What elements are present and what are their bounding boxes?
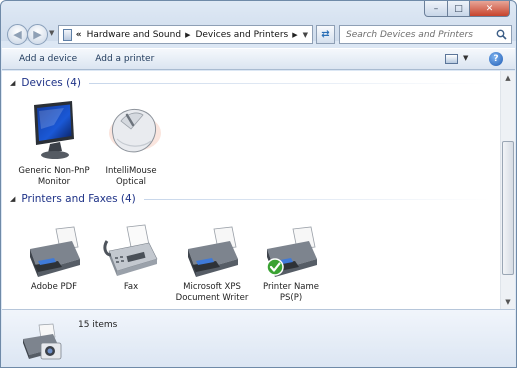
device-label: Generic Non-PnP Monitor <box>18 166 90 187</box>
fax-icon <box>103 224 158 276</box>
printer-item-adobe-pdf[interactable]: Adobe PDF <box>15 221 93 293</box>
group-title: Devices (4) <box>21 77 81 89</box>
help-button[interactable]: ? <box>489 52 503 66</box>
collapse-arrow-icon[interactable]: ◢ <box>10 195 15 203</box>
printer-item-xps-writer[interactable]: Microsoft XPS Document Writer <box>173 221 251 304</box>
printer-icon <box>188 226 238 277</box>
device-item-mouse[interactable]: IntelliMouse Optical <box>92 99 170 188</box>
group-header-devices[interactable]: ◢ Devices (4) <box>10 77 490 89</box>
devices-camera-printer-icon <box>23 323 62 360</box>
refresh-button[interactable]: ⇄ <box>316 25 335 44</box>
close-button[interactable]: ✕ <box>470 1 510 17</box>
forward-button[interactable]: ▶ <box>27 24 48 45</box>
scroll-down-icon[interactable]: ▼ <box>501 295 515 309</box>
control-panel-icon <box>63 28 72 41</box>
window-controls: – □ ✕ <box>424 1 510 17</box>
collapse-arrow-icon[interactable]: ◢ <box>10 79 15 87</box>
explorer-window: – □ ✕ ◀ ▶ ▼ « Hardware and Sound ▶ Devic… <box>0 0 517 368</box>
printer-item-fax[interactable]: Fax <box>92 221 170 293</box>
refresh-icon: ⇄ <box>321 29 330 40</box>
breadcrumb-hardware-and-sound[interactable]: Hardware and Sound <box>87 30 181 40</box>
recent-pages-dropdown-icon[interactable]: ▼ <box>49 29 54 37</box>
back-arrow-icon: ◀ <box>13 28 22 41</box>
address-bar[interactable]: « Hardware and Sound ▶ Devices and Print… <box>58 25 313 44</box>
group-divider <box>88 82 490 84</box>
group-header-printers[interactable]: ◢ Printers and Faxes (4) <box>10 193 490 205</box>
group-divider <box>143 198 490 200</box>
add-device-button[interactable]: Add a device <box>2 49 86 69</box>
minimize-button[interactable]: – <box>424 1 448 17</box>
search-icon[interactable] <box>496 29 507 40</box>
item-count: 15 items <box>78 320 118 330</box>
search-box[interactable] <box>339 25 512 44</box>
device-label: IntelliMouse Optical <box>105 166 157 187</box>
items-view: ◢ Devices (4) Generic Non-PnP Monitor In… <box>2 71 500 309</box>
printer-label: Printer Name PS(P) <box>262 282 320 303</box>
breadcrumb-separator-icon[interactable]: ▶ <box>185 31 190 39</box>
back-button[interactable]: ◀ <box>7 24 28 45</box>
default-printer-icon <box>266 226 317 277</box>
breadcrumb-separator-icon[interactable]: ▶ <box>292 31 297 39</box>
monitor-icon <box>34 101 74 159</box>
vertical-scrollbar[interactable]: ▲ ▼ <box>500 71 515 309</box>
printer-label: Microsoft XPS Document Writer <box>175 282 249 303</box>
change-view-icon[interactable] <box>445 54 458 64</box>
add-printer-button[interactable]: Add a printer <box>86 49 163 69</box>
navigation-bar: ◀ ▶ ▼ « Hardware and Sound ▶ Devices and… <box>7 22 512 46</box>
command-bar: Add a device Add a printer ▼ ? <box>2 48 515 70</box>
mouse-icon <box>109 109 161 153</box>
scrollbar-thumb[interactable] <box>502 141 514 275</box>
printer-label: Adobe PDF <box>30 282 78 292</box>
printer-label: Fax <box>123 282 139 292</box>
address-dropdown-icon[interactable]: ▼ <box>303 31 308 39</box>
scroll-up-icon[interactable]: ▲ <box>501 71 515 85</box>
breadcrumb-devices-and-printers[interactable]: Devices and Printers <box>195 30 288 40</box>
details-pane: 15 items <box>2 309 515 367</box>
maximize-button[interactable]: □ <box>448 1 470 17</box>
default-checkmark-icon <box>266 258 284 276</box>
device-item-monitor[interactable]: Generic Non-PnP Monitor <box>15 99 93 188</box>
printer-icon <box>30 226 80 277</box>
printer-item-default-printer[interactable]: Printer Name PS(P) <box>252 221 330 304</box>
forward-arrow-icon: ▶ <box>33 28 42 41</box>
search-input[interactable] <box>346 29 496 40</box>
view-options-dropdown-icon[interactable]: ▼ <box>463 54 468 62</box>
breadcrumb-overflow[interactable]: « <box>76 30 82 40</box>
group-title: Printers and Faxes (4) <box>21 193 136 205</box>
